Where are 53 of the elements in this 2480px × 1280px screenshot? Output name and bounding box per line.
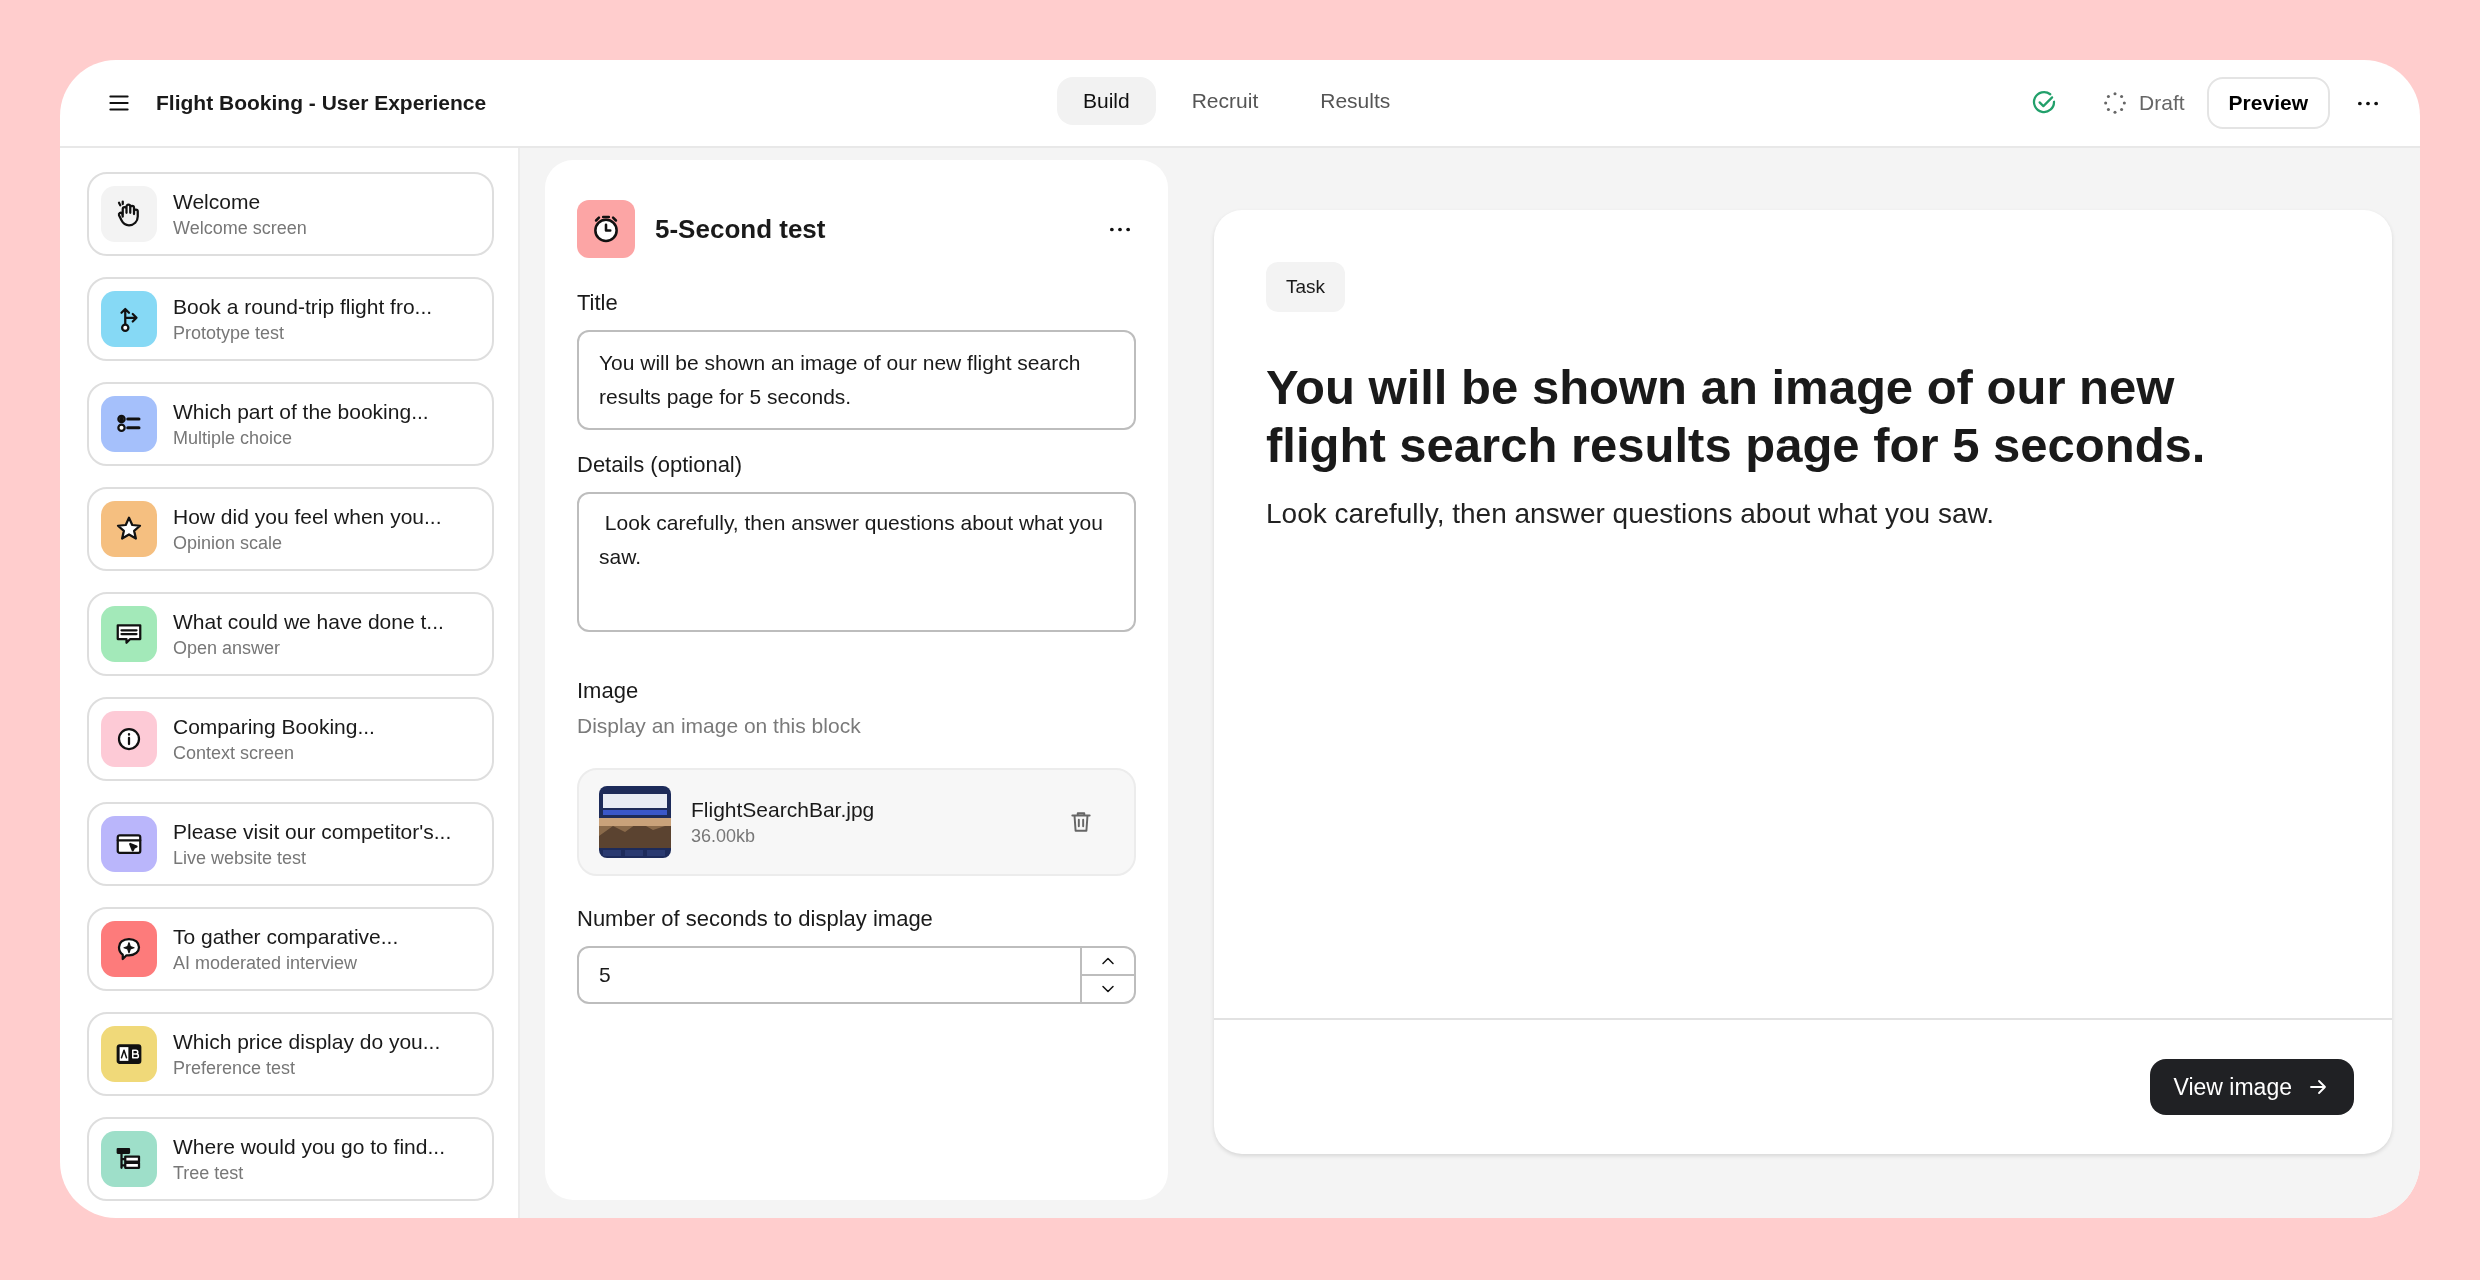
nav-tab[interactable]: Build [1057, 77, 1156, 125]
view-image-button[interactable]: View image [2149, 1059, 2354, 1115]
more-icon [1110, 226, 1130, 232]
block-title: What could we have done t... [173, 609, 444, 634]
field-hint: Display an image on this block [577, 714, 862, 738]
block-card[interactable]: Which price display do you... Preference test [87, 1012, 494, 1096]
block-title: Which price display do you... [173, 1029, 441, 1054]
block-heading: 5-Second test [655, 213, 827, 245]
file-size: 36.00kb [691, 825, 757, 847]
block-type: Context screen [173, 742, 296, 764]
block-title: Which part of the booking... [173, 399, 429, 424]
preview-button[interactable]: Preview [2206, 77, 2330, 129]
block-card[interactable]: Which part of the booking... Multiple choice [87, 382, 494, 466]
draft-status: Draft [2139, 91, 2185, 115]
block-type: Tree test [173, 1162, 245, 1184]
block-type: Preference test [173, 1057, 297, 1079]
field-label: Number of seconds to display image [577, 906, 934, 932]
block-type: Opinion scale [173, 532, 284, 554]
field-label: Title [577, 290, 619, 316]
block-type: Multiple choice [173, 427, 294, 449]
nav-tab[interactable]: Recruit [1165, 77, 1285, 125]
field-label: Image [577, 678, 640, 704]
task-tag: Task [1266, 262, 1346, 312]
block-title: Welcome [173, 189, 262, 214]
preview-heading: You will be shown an image of our new flight search results page for 5 seconds. [1266, 359, 2207, 474]
trash-icon [1068, 809, 1094, 835]
block-type: Welcome screen [173, 217, 307, 239]
block-type: Open answer [173, 637, 282, 659]
preview-text: Look carefully, then answer questions about what you saw. [1266, 498, 1995, 530]
block-card[interactable]: What could we have done t... Open answer [87, 592, 494, 676]
more-icon [2358, 100, 2378, 106]
block-title: Comparing Booking... [173, 714, 375, 739]
block-card[interactable]: Where would you go to find... Tree test [87, 1117, 494, 1201]
block-title: Book a round-trip flight fro... [173, 294, 433, 319]
block-card[interactable]: Please visit our competitor's... Live website test [87, 802, 494, 886]
block-title: To gather comparative... [173, 924, 399, 949]
block-title: Please visit our competitor's... [173, 819, 452, 844]
field-label: Details (optional) [577, 452, 744, 478]
block-card[interactable]: To gather comparative... AI moderated interview [87, 907, 494, 991]
file-name: FlightSearchBar.jpg [691, 797, 875, 822]
block-title: How did you feel when you... [173, 504, 442, 529]
block-card[interactable]: Comparing Booking... Context screen [87, 697, 494, 781]
block-card[interactable]: Welcome Welcome screen [87, 172, 494, 256]
block-card[interactable]: How did you feel when you... Opinion scale [87, 487, 494, 571]
block-type: Live website test [173, 847, 308, 869]
nav-tab[interactable]: Results [1294, 77, 1417, 125]
details-field[interactable]: Look carefully, then answer questions about what you saw. [577, 492, 1136, 632]
title-field[interactable]: You will be shown an image of our new flight search results page for 5 seconds. [577, 330, 1136, 430]
block-type: AI moderated interview [173, 952, 359, 974]
block-card[interactable]: Book a round-trip flight fro... Prototype test [87, 277, 494, 361]
block-type: Prototype test [173, 322, 286, 344]
project-title: Flight Booking - User Experience [156, 91, 487, 115]
block-title: Where would you go to find... [173, 1134, 445, 1159]
